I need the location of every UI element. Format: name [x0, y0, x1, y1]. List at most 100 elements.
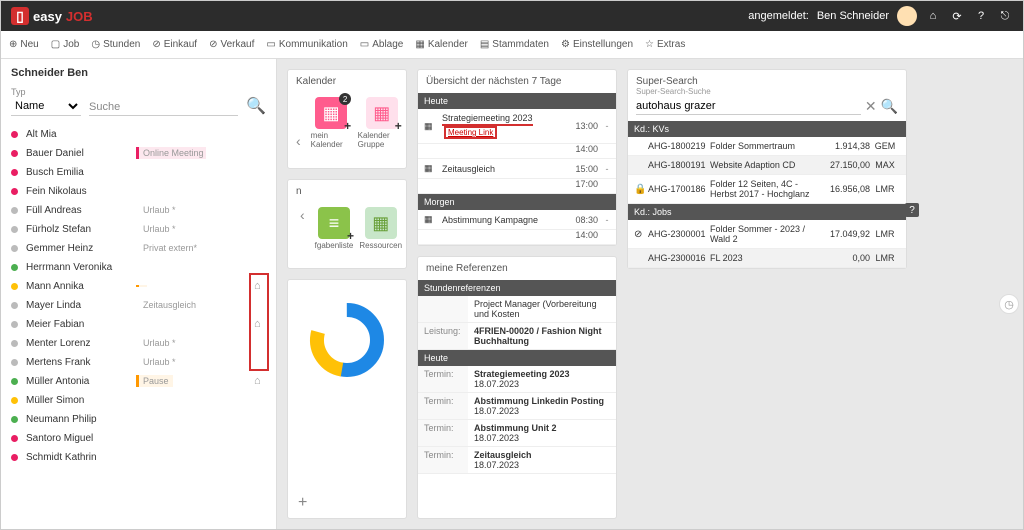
status-dot: [11, 302, 18, 309]
person-name: Mertens Frank: [26, 357, 136, 368]
morgen-header: Morgen: [418, 194, 616, 210]
person-row[interactable]: Herrmann Veronika: [11, 259, 266, 275]
supersearch-input[interactable]: [636, 98, 861, 115]
aufgaben-title: n: [288, 180, 406, 203]
mein-kalender-button[interactable]: ▦2+ mein Kalender: [311, 97, 352, 149]
termin-row[interactable]: Termin:Zeitausgleich18.07.2023: [418, 447, 616, 474]
kalender-gruppe-button[interactable]: ▦+ Kalender Gruppe: [358, 97, 406, 149]
person-row[interactable]: Füll AndreasUrlaub *: [11, 202, 266, 218]
menu-job[interactable]: ▢ Job: [51, 39, 80, 50]
avatar[interactable]: [897, 6, 917, 26]
event-row[interactable]: ▦ Abstimmung Kampagne 08:30-: [418, 210, 616, 230]
heute-header: Heute: [418, 93, 616, 109]
arrow-left-icon[interactable]: ‹: [292, 133, 305, 149]
person-name: Meier Fabian: [26, 319, 136, 330]
plus-button[interactable]: +: [298, 494, 307, 512]
menu-einkauf[interactable]: ⊘ Einkauf: [152, 39, 197, 50]
person-name: Müller Simon: [26, 395, 136, 406]
person-name: Mayer Linda: [26, 300, 136, 311]
menu-ablage[interactable]: ▭ Ablage: [360, 39, 404, 50]
person-row[interactable]: Bauer DanielOnline Meeting ...: [11, 145, 266, 161]
logout-icon[interactable]: ⎋: [997, 8, 1013, 24]
fgabenliste-button[interactable]: ≡+ fgabenliste: [315, 207, 354, 250]
check-icon: ⊘: [634, 229, 642, 240]
ref-row[interactable]: Project Manager (Vorbereitung und Kosten: [418, 296, 616, 323]
person-row[interactable]: Schmidt Kathrin: [11, 449, 266, 465]
person-row[interactable]: Alt Mia: [11, 126, 266, 142]
person-row[interactable]: Meier Fabian⌂: [11, 316, 266, 332]
supersearch-title: Super-Search: [628, 70, 906, 87]
calendar-icon: ▦: [424, 214, 436, 225]
status-dot: [11, 188, 18, 195]
person-row[interactable]: Fein Nikolaus: [11, 183, 266, 199]
termin-row[interactable]: Termin:Strategiemeeting 202318.07.2023: [418, 366, 616, 393]
person-row[interactable]: Mann Annika⌂: [11, 278, 266, 294]
sidebar: Schneider Ben Typ Name 🔍 Alt MiaBauer Da…: [1, 59, 277, 529]
status-dot: [11, 416, 18, 423]
status-dot: [11, 378, 18, 385]
help-badge[interactable]: ?: [905, 203, 919, 217]
person-row[interactable]: Santoro Miguel: [11, 430, 266, 446]
menu-verkauf[interactable]: ⊘ Verkauf: [209, 39, 254, 50]
person-name: Bauer Daniel: [26, 148, 136, 159]
person-row[interactable]: Müller Simon: [11, 392, 266, 408]
event-row[interactable]: ▦ Zeitausgleich 15:00-: [418, 159, 616, 179]
ressourcen-button[interactable]: ▦ Ressourcen: [359, 207, 402, 250]
menu-neu[interactable]: ⊕ Neu: [9, 39, 39, 50]
menu-stamm[interactable]: ▤ Stammdaten: [480, 39, 549, 50]
lock-icon: 🔒: [634, 184, 646, 195]
kv-row[interactable]: AHG-1800191Website Adaption CD27.150,00M…: [628, 156, 906, 175]
termin-row[interactable]: Termin:Abstimmung Unit 218.07.2023: [418, 420, 616, 447]
status-dot: [11, 321, 18, 328]
home-icon[interactable]: ⌂: [254, 375, 266, 387]
person-name: Schmidt Kathrin: [26, 452, 136, 463]
person-row[interactable]: Mayer LindaZeitausgleich: [11, 297, 266, 313]
clock-icon[interactable]: ◷: [999, 294, 1019, 314]
job-row[interactable]: AHG-2300016FL 20230,00LMR: [628, 249, 906, 268]
ref-row[interactable]: Leistung:4FRIEN-00020 / Fashion Night Bu…: [418, 323, 616, 350]
person-row[interactable]: Menter LorenzUrlaub *: [11, 335, 266, 351]
resources-icon: ▦: [365, 207, 397, 239]
logo-text-job: JOB: [66, 9, 93, 24]
search-input[interactable]: [89, 99, 238, 116]
app-header: ▯ easyJOB angemeldet: Ben Schneider ⌂ ⟳ …: [1, 1, 1023, 31]
menu-komm[interactable]: ▭ Kommunikation: [266, 39, 347, 50]
event-row-time: 17:00: [418, 179, 616, 194]
search-icon[interactable]: 🔍: [246, 96, 266, 116]
kalender-title: Kalender: [288, 70, 406, 93]
status-dot: [11, 340, 18, 347]
status-dot: [11, 283, 18, 290]
person-row[interactable]: Gemmer HeinzPrivat extern*: [11, 240, 266, 256]
arrow-left-icon-2[interactable]: ‹: [296, 207, 309, 250]
chart-card: +: [287, 279, 407, 519]
clear-icon[interactable]: ✕: [865, 98, 877, 115]
menu-einst[interactable]: ⚙ Einstellungen: [561, 39, 633, 50]
event-row[interactable]: ▦ Strategiemeeting 2023 Meeting Link 13:…: [418, 109, 616, 144]
kv-row[interactable]: AHG-1800219Folder Sommertraum1.914,38GEM: [628, 137, 906, 156]
person-row[interactable]: Mertens FrankUrlaub *: [11, 354, 266, 370]
job-row[interactable]: ⊘AHG-2300001Folder Sommer - 2023 / Wald …: [628, 220, 906, 249]
kv-row[interactable]: 🔒AHG-1700186Folder 12 Seiten, 4C - Herbs…: [628, 175, 906, 204]
referenzen-title: meine Referenzen: [418, 257, 616, 280]
person-name: Fürholz Stefan: [26, 224, 136, 235]
menu-kalender[interactable]: ▦ Kalender: [415, 39, 467, 50]
help-icon[interactable]: ?: [973, 8, 989, 24]
home-icon[interactable]: ⌂: [925, 8, 941, 24]
person-row[interactable]: Neumann Philip: [11, 411, 266, 427]
logo-icon: ▯: [11, 7, 29, 25]
person-row[interactable]: Fürholz StefanUrlaub *: [11, 221, 266, 237]
typ-select[interactable]: Name: [11, 97, 81, 116]
search-icon[interactable]: 🔍: [881, 98, 898, 115]
person-row[interactable]: Busch Emilia: [11, 164, 266, 180]
supersearch-card: Super-Search Super-Search-Suche ✕ 🔍 Kd.:…: [627, 69, 907, 269]
event-row-time: 14:00: [418, 230, 616, 245]
signed-in-label: angemeldet:: [748, 10, 809, 22]
refresh-icon[interactable]: ⟳: [949, 8, 965, 24]
menu-extras[interactable]: ☆ Extras: [645, 39, 685, 50]
person-row[interactable]: Müller AntoniaPause⌂: [11, 373, 266, 389]
menu-stunden[interactable]: ◷ Stunden: [91, 39, 140, 50]
meeting-link[interactable]: Meeting Link: [444, 126, 497, 139]
termin-row[interactable]: Termin:Abstimmung Linkedin Posting18.07.…: [418, 393, 616, 420]
calendar-group-icon: ▦+: [366, 97, 398, 129]
person-name: Mann Annika: [26, 281, 136, 292]
